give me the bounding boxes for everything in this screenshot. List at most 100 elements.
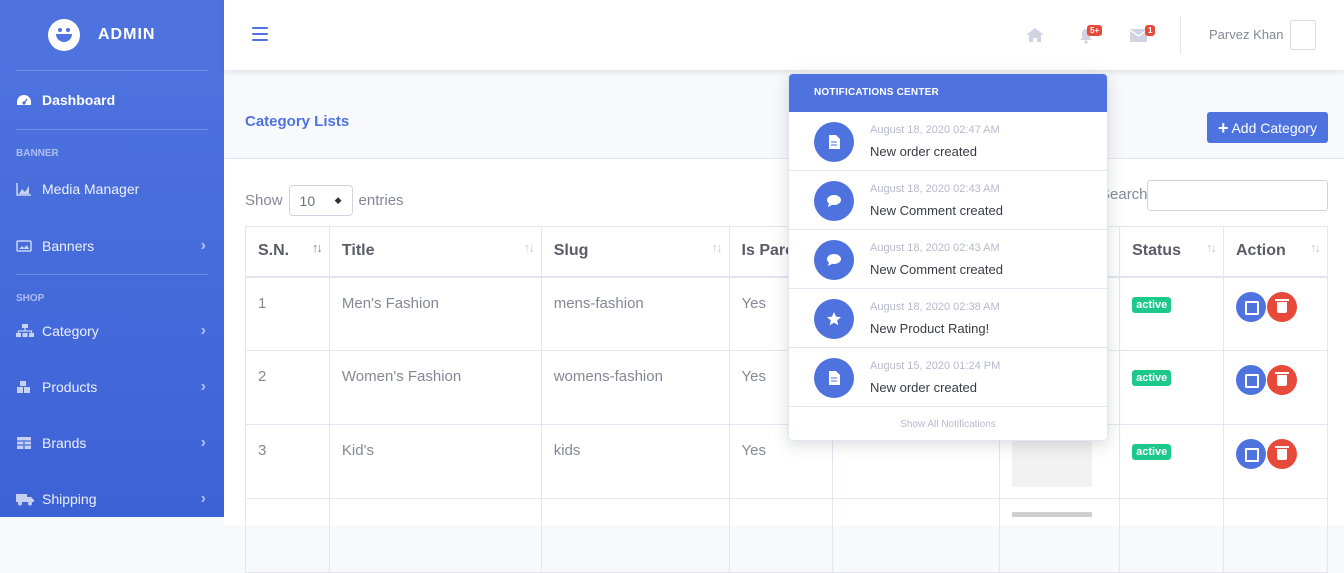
table-icon [16, 436, 34, 450]
sidebar-item-label: Category [42, 323, 99, 339]
sidebar: ADMIN Dashboard BANNER Media Manager Ban… [0, 0, 224, 517]
sort-icon: ↑↓ [311, 240, 323, 255]
plus-icon: + [1217, 117, 1229, 138]
category-photo-thumbnail [1012, 435, 1092, 487]
sidebar-item-dashboard[interactable]: Dashboard [0, 71, 224, 129]
sitemap-icon [16, 324, 34, 338]
notification-item[interactable]: August 18, 2020 02:43 AM New Comment cre… [789, 230, 1107, 289]
delete-button[interactable] [1267, 439, 1297, 469]
show-all-notifications-link[interactable]: Show All Notifications [789, 407, 1107, 440]
search-input[interactable] [1147, 180, 1328, 211]
sort-icon: ↑↓ [1206, 240, 1217, 255]
cell-status: active [1119, 276, 1224, 351]
delete-button[interactable] [1267, 365, 1297, 395]
sidebar-item-category[interactable]: Category › [0, 303, 224, 359]
comment-icon [814, 181, 854, 221]
edit-button[interactable] [1236, 439, 1266, 469]
sidebar-toggle-icon[interactable] [252, 27, 268, 41]
table-row [245, 498, 1328, 573]
sidebar-item-brands[interactable]: Brands › [0, 415, 224, 471]
sidebar-heading-banner: BANNER [16, 148, 59, 159]
notification-item[interactable]: August 18, 2020 02:47 AM New order creat… [789, 112, 1107, 171]
delete-button[interactable] [1267, 291, 1297, 322]
header-label: Status [1132, 242, 1181, 260]
file-icon [814, 358, 854, 398]
column-header-action[interactable]: Action ↑↓ [1223, 226, 1328, 278]
sidebar-heading-shop: SHOP [16, 293, 45, 304]
file-icon [814, 122, 854, 162]
sort-icon: ↑↓ [1310, 240, 1321, 255]
header-label: Title [341, 242, 375, 260]
truck-icon [16, 492, 34, 506]
cell-title: Women's Fashion [328, 350, 542, 425]
sidebar-item-products[interactable]: Products › [0, 359, 224, 415]
entries-select[interactable]: 10 ◆ [288, 185, 353, 216]
page-title: Category Lists [245, 113, 350, 130]
topbar-divider [1180, 16, 1181, 54]
chevron-right-icon: › [200, 434, 206, 451]
status-badge: active [1132, 296, 1172, 313]
cell-parent [832, 498, 1001, 573]
cell-sn [245, 498, 330, 573]
table-row: 1 Men's Fashion mens-fashion Yes active [245, 276, 1328, 351]
notification-item[interactable]: August 15, 2020 01:24 PM New order creat… [789, 348, 1107, 407]
notification-item[interactable]: August 18, 2020 02:38 AM New Product Rat… [789, 289, 1107, 348]
image-icon [16, 239, 34, 253]
cell-action [1223, 424, 1328, 499]
header-label: Slug [553, 242, 589, 260]
notification-date: August 18, 2020 02:47 AM [870, 124, 1000, 136]
column-header-title[interactable]: Title ↑↓ [328, 226, 542, 278]
edit-button[interactable] [1236, 291, 1266, 322]
show-label: Show [245, 192, 283, 209]
cell-is-parent [728, 498, 834, 573]
status-badge: active [1132, 370, 1172, 386]
card-header: Category Lists + Add Category [224, 95, 1344, 159]
sort-icon: ↑↓ [523, 240, 535, 255]
sidebar-item-label: Media Manager [42, 181, 140, 197]
column-header-status[interactable]: Status ↑↓ [1119, 226, 1224, 278]
cell-slug [540, 498, 730, 573]
cell-slug: kids [540, 424, 730, 499]
add-category-button[interactable]: + Add Category [1207, 112, 1328, 143]
table-row: 3 Kid's kids Yes active [245, 424, 1328, 499]
sort-icon: ↑↓ [711, 240, 723, 255]
cell-slug: mens-fashion [540, 276, 730, 351]
notification-item[interactable]: August 18, 2020 02:43 AM New Comment cre… [789, 171, 1107, 230]
column-header-slug[interactable]: Slug ↑↓ [540, 226, 730, 278]
brand-name: ADMIN [98, 26, 156, 43]
home-icon[interactable] [1025, 27, 1045, 48]
cell-title: Kid's [328, 424, 542, 499]
topbar: 5+ 1 Parvez Khan [224, 0, 1344, 70]
notification-text: New order created [870, 380, 977, 395]
cell-title: Men's Fashion [328, 276, 542, 351]
header-label: S.N. [258, 242, 290, 260]
brand[interactable]: ADMIN [0, 0, 224, 70]
status-badge: active [1132, 444, 1172, 460]
category-table: S.N. ↑↓ Title ↑↓ Slug ↑↓ Is Parent Status ↑↓… [245, 226, 1328, 573]
cell-title [328, 498, 542, 573]
entries-length-control: Show 10 ◆ entries [245, 185, 404, 216]
cubes-icon [16, 380, 34, 394]
sidebar-item-shipping[interactable]: Shipping › [0, 471, 224, 527]
cell-status: active [1119, 350, 1224, 425]
chevron-right-icon: › [200, 322, 206, 339]
cell-slug: womens-fashion [540, 350, 730, 425]
column-header-sn[interactable]: S.N. ↑↓ [245, 226, 330, 278]
notification-text: New Comment created [870, 262, 1003, 277]
entries-label: entries [358, 192, 404, 209]
chevron-right-icon: › [200, 237, 206, 254]
sidebar-item-label: Products [42, 379, 98, 395]
notification-date: August 18, 2020 02:38 AM [870, 301, 1000, 313]
sidebar-item-banners[interactable]: Banners › [0, 218, 224, 274]
notification-date: August 15, 2020 01:24 PM [870, 360, 1001, 372]
cell-action [1223, 498, 1328, 573]
sidebar-item-media-manager[interactable]: Media Manager [0, 160, 224, 218]
category-list-card: Category Lists + Add Category Show 10 ◆ en… [224, 95, 1344, 573]
add-category-label: Add Category [1231, 119, 1318, 136]
edit-button[interactable] [1236, 365, 1266, 395]
user-name[interactable]: Parvez Khan [1209, 27, 1283, 42]
cell-sn: 2 [245, 350, 330, 425]
notification-text: New Comment created [870, 203, 1003, 218]
comment-icon [814, 240, 854, 280]
avatar[interactable] [1290, 20, 1316, 50]
